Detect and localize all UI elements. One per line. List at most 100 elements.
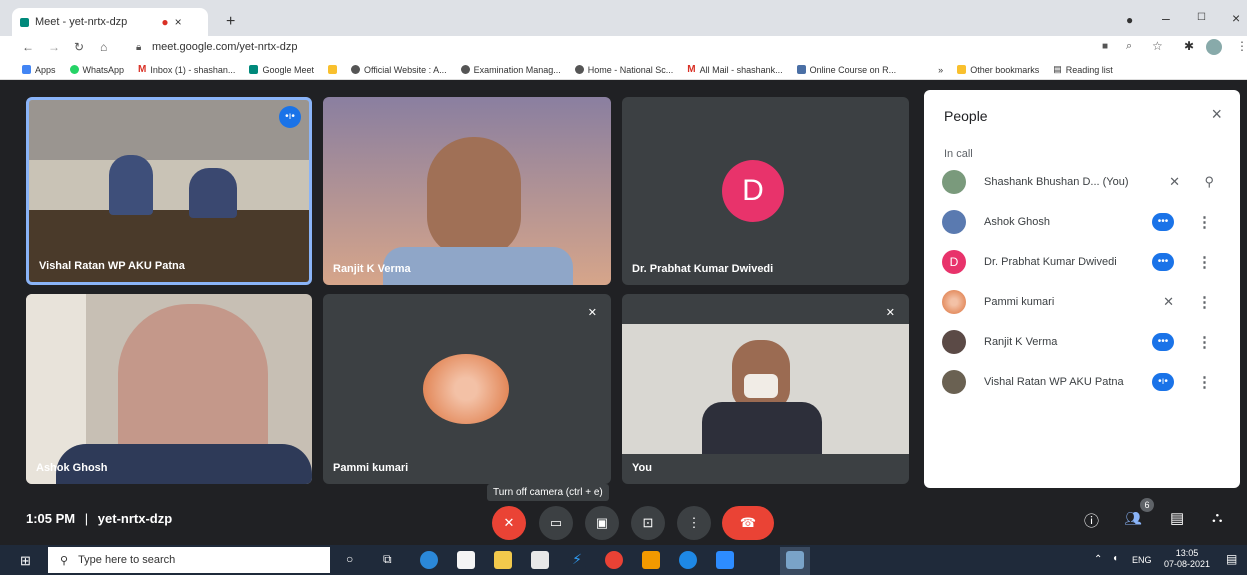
cortana-icon[interactable]: ○ [346,552,353,566]
mic-off-icon: ✕ [587,307,597,319]
bookmark-other[interactable]: Other bookmarks [957,65,1039,75]
mic-off-icon: ✕ [1163,294,1174,309]
windows-start-icon[interactable]: ⊞ [20,553,31,569]
bookmark-whatsapp[interactable]: WhatsApp [69,65,124,75]
tray-chevron-icon[interactable]: ⌃ [1094,554,1102,565]
edge-icon[interactable] [420,551,438,569]
gmail-icon: M [138,64,147,75]
camera-indicator-icon[interactable]: ■ [1102,41,1108,52]
mic-toggle-button[interactable]: ✕ [492,506,526,540]
star-icon[interactable]: ☆ [1152,39,1163,53]
clock[interactable]: 13:05 07-08-2021 [1164,548,1210,570]
bookmark-google-meet[interactable]: Google Meet [249,65,314,75]
bookmarks-overflow[interactable]: » [938,65,943,75]
more-options-icon[interactable]: ⋮ [1197,293,1212,311]
browser-tab[interactable]: Meet - yet-nrtx-dzp ● × [12,8,208,36]
leave-call-button[interactable]: ☎ [722,506,774,540]
new-tab-icon[interactable]: + [226,13,235,31]
task-view-icon[interactable]: ⧉ [383,552,392,567]
speaking-indicator-icon: •ı• [279,106,301,128]
recording-dot-icon: ● [161,15,169,29]
notifications-icon[interactable]: ▤ [1226,552,1237,566]
captions-icon: ▣ [595,515,609,530]
video-tile-you[interactable]: ✕ You [622,294,909,484]
clock-date: 07-08-2021 [1164,559,1211,569]
tile-name: You [632,462,652,474]
gmail-icon: M [687,64,696,75]
chrome-menu-icon[interactable]: ⋮ [1236,39,1247,53]
close-window-icon[interactable]: × [1232,10,1240,26]
tile-name: Dr. Prabhat Kumar Dwivedi [632,263,774,275]
pin-icon[interactable]: ⚲ [1204,174,1214,190]
chrome-icon[interactable] [605,551,623,569]
participant-row[interactable]: D Dr. Prabhat Kumar Dwivedi ••• ⋮ [942,250,1232,274]
bookmark-examination[interactable]: Examination Manag... [460,65,561,75]
speaking-indicator-icon: ••• [1152,213,1174,231]
captions-button[interactable]: ▣ [585,506,619,540]
language-indicator[interactable]: ENG [1132,555,1152,565]
bookmark-inbox[interactable]: M Inbox (1) - shashan... [138,64,235,75]
more-options-icon[interactable]: ⋮ [1197,373,1212,391]
meeting-details-icon[interactable]: ⓘ [1084,510,1099,531]
maximize-icon[interactable]: ☐ [1197,12,1206,23]
video-tile-vishal[interactable]: •ı• Vishal Ratan WP AKU Patna [26,97,312,285]
activities-button[interactable]: ⛬ [1212,509,1223,526]
taskbar-search[interactable]: ⚲ Type here to search [48,547,330,573]
file-explorer-icon[interactable] [494,551,512,569]
bookmark-folder[interactable] [327,65,337,74]
url-field[interactable]: meet.google.com/yet-nrtx-dzp [152,41,298,53]
people-button[interactable]: 👥︎ [1124,510,1142,527]
whatsapp-icon [69,65,79,74]
camera-toggle-button[interactable]: ▭ [539,506,573,540]
close-panel-icon[interactable]: × [1211,104,1222,125]
camera-icon: ▭ [549,515,563,530]
more-options-button[interactable]: ⋮ [677,506,711,540]
reload-icon[interactable]: ↻ [74,40,84,54]
participant-row[interactable]: Ranjit K Verma ••• ⋮ [942,330,1232,354]
more-options-icon[interactable]: ⋮ [1197,253,1212,271]
speaking-indicator-icon: •ı• [1152,373,1174,391]
minimize-icon[interactable]: – [1162,10,1170,26]
mail-icon[interactable] [531,551,549,569]
profile-icon[interactable]: ● [1126,13,1133,27]
participant-row[interactable]: Vishal Ratan WP AKU Patna •ı• ⋮ [942,370,1232,394]
folder-icon [957,65,967,74]
forward-icon[interactable]: → [48,40,60,54]
zoom-icon[interactable]: ⌕ [1126,40,1132,53]
account-avatar[interactable] [1206,39,1222,55]
present-button[interactable]: ⊡ [631,506,665,540]
search-icon: ⚲ [60,554,69,567]
video-tile-ranjit[interactable]: Ranjit K Verma [323,97,611,285]
network-icon[interactable]: ◖ [1112,553,1118,564]
bookmark-online-course[interactable]: Online Course on R... [796,65,896,75]
panel-title: People [944,108,988,124]
bookmark-official-website[interactable]: Official Website : A... [350,65,447,75]
more-options-icon[interactable]: ⋮ [1197,213,1212,231]
video-tile-prabhat[interactable]: D Dr. Prabhat Kumar Dwivedi [622,97,909,285]
participant-row[interactable]: Pammi kumari ✕ ⋮ [942,290,1232,314]
participant-row[interactable]: Ashok Ghosh ••• ⋮ [942,210,1232,234]
extensions-icon[interactable]: ✱ [1184,39,1194,53]
lock-icon[interactable]: 🔒︎ [136,42,141,53]
back-icon[interactable]: ← [22,40,34,54]
face-mask [744,374,778,398]
activities-icon: ⛬ [1212,509,1223,526]
lightning-app-icon[interactable]: ⚡︎ [568,551,586,569]
vlc-icon[interactable] [642,551,660,569]
bookmark-apps[interactable]: Apps [22,65,56,75]
reading-list[interactable]: ▤ Reading list [1053,64,1113,75]
bookmark-home-national[interactable]: Home - National Sc... [574,65,673,75]
meet-window-icon[interactable] [786,551,804,569]
store-icon[interactable] [457,551,475,569]
video-tile-ashok[interactable]: Ashok Ghosh [26,294,312,484]
app-icon[interactable] [679,551,697,569]
participant-row[interactable]: Shashank Bhushan D... (You) ✕ ⚲ [942,170,1232,194]
bookmark-all-mail[interactable]: M All Mail - shashank... [687,64,782,75]
avatar [942,370,966,394]
chat-button[interactable]: ▤ [1170,509,1184,527]
zoom-app-icon[interactable] [716,551,734,569]
home-icon[interactable]: ⌂ [100,40,107,54]
video-tile-pammi[interactable]: ✕ Pammi kumari [323,294,611,484]
close-tab-icon[interactable]: × [175,15,182,29]
more-options-icon[interactable]: ⋮ [1197,333,1212,351]
